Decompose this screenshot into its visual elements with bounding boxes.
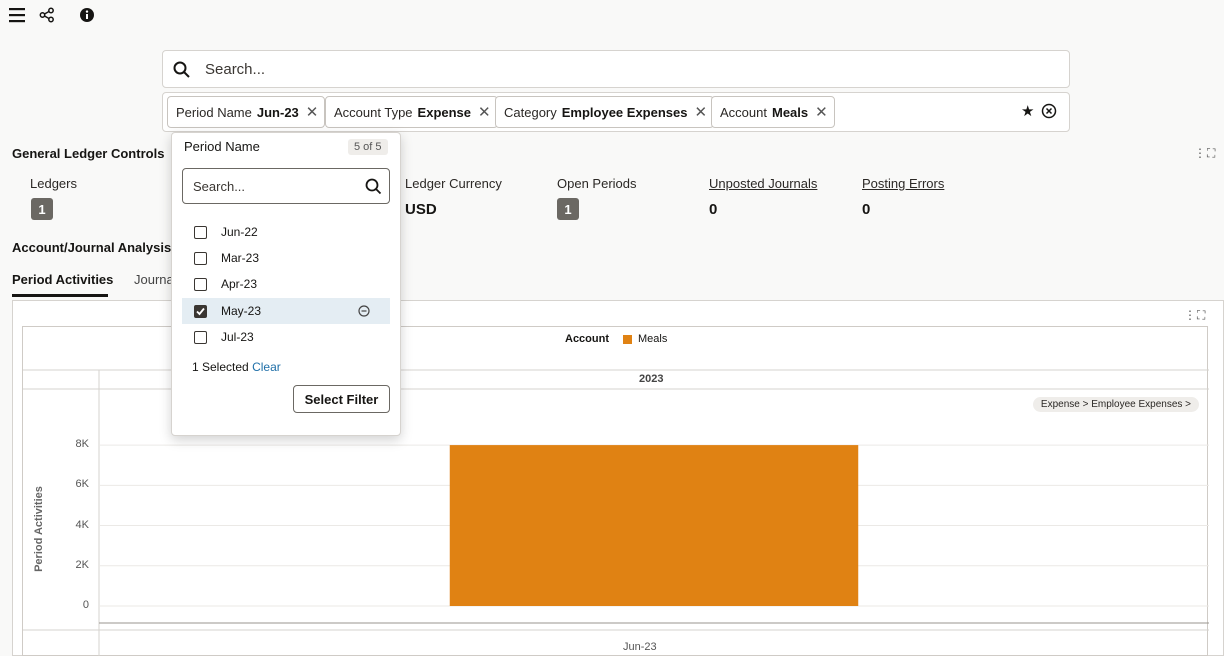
- selected-count: 1 Selected: [192, 360, 249, 374]
- dropdown-count: 5 of 5: [348, 139, 388, 155]
- remove-icon[interactable]: [358, 305, 370, 317]
- dropdown-option-selected[interactable]: May-23: [182, 298, 390, 324]
- metric-value-posting-errors: 0: [862, 201, 871, 218]
- search-icon: [173, 61, 190, 78]
- filter-key: Account Type: [334, 104, 413, 120]
- drill-breadcrumb[interactable]: Expense > Employee Expenses >: [1032, 397, 1199, 412]
- analysis-title: Account/Journal Analysis: [12, 240, 172, 255]
- active-tab-indicator: [12, 294, 108, 297]
- checkbox[interactable]: [194, 330, 207, 344]
- clear-all-icon[interactable]: [1041, 103, 1057, 119]
- filter-key: Account: [720, 104, 767, 120]
- filter-value: Meals: [771, 104, 809, 120]
- metric-link-unposted-journals[interactable]: Unposted Journals: [709, 176, 817, 191]
- filter-key: Period Name: [176, 104, 252, 120]
- close-icon[interactable]: ✕: [815, 103, 828, 121]
- filter-chip-account[interactable]: Account Meals ✕: [711, 96, 835, 128]
- select-filter-button[interactable]: Select Filter: [293, 385, 390, 413]
- selection-summary: 1 Selected Clear: [192, 360, 281, 374]
- filter-value: Expense: [417, 104, 472, 120]
- checkbox-checked[interactable]: [194, 304, 207, 318]
- share-icon[interactable]: [36, 4, 58, 26]
- y-tick-label: 2K: [75, 558, 89, 571]
- filter-chip-category[interactable]: Category Employee Expenses ✕: [495, 96, 715, 128]
- search-placeholder: Search...: [205, 61, 266, 78]
- dropdown-search-input[interactable]: Search...: [182, 168, 390, 204]
- option-label: Jul-23: [221, 330, 254, 344]
- checkbox[interactable]: [194, 251, 207, 265]
- metric-value-ledger-currency: USD: [405, 201, 437, 218]
- legend-swatch: [623, 334, 632, 344]
- filter-value: Jun-23: [256, 104, 299, 120]
- dropdown-option[interactable]: Jul-23: [182, 324, 390, 350]
- filter-chip-account-type[interactable]: Account Type Expense ✕: [325, 96, 498, 128]
- dropdown-option[interactable]: Jun-22: [182, 219, 390, 245]
- legend-title: Account: [565, 333, 609, 345]
- metric-value-unposted-journals: 0: [709, 201, 718, 218]
- chart-legend: Account Meals: [565, 333, 667, 345]
- checkbox[interactable]: [194, 225, 207, 239]
- info-icon[interactable]: [76, 4, 98, 26]
- dropdown-title: Period Name: [184, 139, 260, 154]
- filter-value: Employee Expenses: [561, 104, 688, 120]
- metric-badge-open-periods[interactable]: 1: [557, 198, 579, 220]
- tab-journals[interactable]: Journa: [134, 272, 174, 287]
- filter-key: Category: [504, 104, 557, 120]
- hamburger-icon[interactable]: [6, 4, 28, 26]
- year-header: 2023: [639, 373, 664, 385]
- y-axis-label: Period Activities: [33, 486, 45, 572]
- option-label: May-23: [221, 304, 262, 318]
- legend-entry[interactable]: Meals: [638, 333, 667, 345]
- period-name-dropdown: Period Name 5 of 5 Search... Jun-22 Mar-…: [171, 132, 401, 436]
- close-icon[interactable]: ✕: [478, 103, 491, 121]
- search-icon[interactable]: [365, 178, 382, 195]
- dropdown-search-placeholder: Search...: [193, 179, 246, 194]
- dropdown-option[interactable]: Mar-23: [182, 245, 390, 271]
- close-icon[interactable]: ✕: [694, 103, 707, 121]
- filter-bar: Period Name Jun-23 ✕ Account Type Expense ✕ …: [162, 92, 1070, 132]
- filter-chip-period-name[interactable]: Period Name Jun-23 ✕: [167, 96, 326, 128]
- metric-label-ledger-currency: Ledger Currency: [405, 176, 502, 191]
- y-tick-label: 6K: [75, 478, 89, 491]
- y-tick-label: 0: [82, 599, 89, 611]
- search-input[interactable]: Search...: [162, 50, 1070, 88]
- gl-controls-title: General Ledger Controls: [12, 146, 165, 161]
- metric-badge-ledgers[interactable]: 1: [31, 198, 53, 220]
- x-tick-label: Jun-23: [623, 641, 657, 653]
- close-icon[interactable]: ✕: [306, 103, 319, 121]
- metric-link-posting-errors[interactable]: Posting Errors: [862, 176, 944, 191]
- expand-icon[interactable]: ⋮⛶: [1194, 146, 1216, 161]
- tab-period-activities[interactable]: Period Activities: [12, 272, 113, 287]
- top-toolbar: [0, 0, 1224, 30]
- metric-label-open-periods: Open Periods: [557, 176, 637, 191]
- y-tick-label: 4K: [75, 518, 89, 531]
- option-label: Jun-22: [221, 225, 258, 239]
- star-icon[interactable]: ★: [1021, 102, 1034, 120]
- metric-label-ledgers: Ledgers: [30, 176, 77, 191]
- clear-link[interactable]: Clear: [252, 360, 281, 374]
- dropdown-option[interactable]: Apr-23: [182, 271, 390, 297]
- option-label: Mar-23: [221, 251, 260, 265]
- y-tick-label: 8K: [75, 438, 89, 451]
- expand-icon[interactable]: ⋮⛶: [1184, 308, 1206, 323]
- bar-meals[interactable]: [449, 445, 859, 606]
- option-label: Apr-23: [221, 277, 258, 291]
- checkbox[interactable]: [194, 277, 207, 291]
